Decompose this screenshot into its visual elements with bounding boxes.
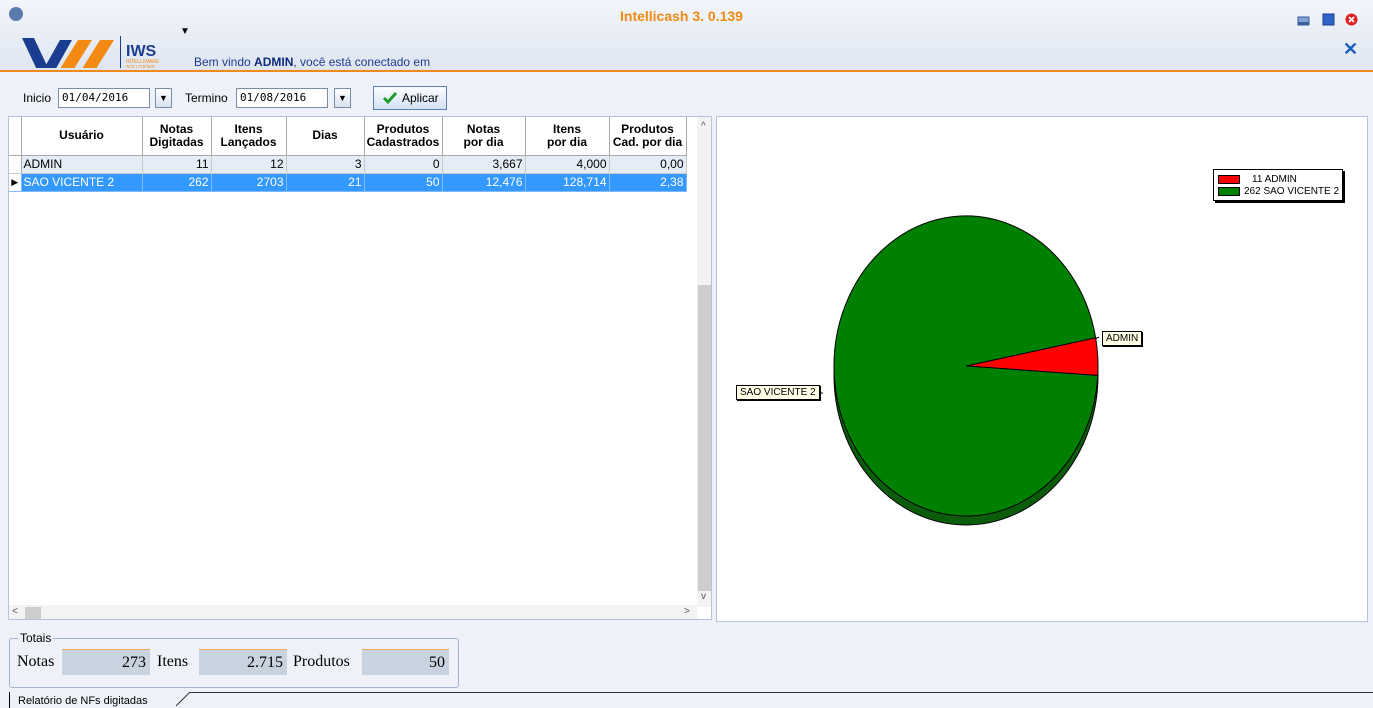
col-produtos-cad-por-dia[interactable]: Produtos Cad. por dia	[609, 117, 687, 156]
current-row-arrow-icon: ▶	[9, 173, 22, 192]
legend-swatch	[1218, 187, 1240, 196]
welcome-message: Bem vindo ADMIN, você está conectado em	[194, 55, 431, 69]
legend-label: 11 ADMIN	[1252, 174, 1297, 185]
horizontal-scroll-thumb[interactable]	[25, 607, 41, 619]
vertical-scroll-thumb[interactable]	[698, 285, 711, 591]
legend-swatch	[1218, 175, 1240, 184]
col-notas-por-dia[interactable]: Notas por dia	[442, 117, 526, 156]
cell-notas-dia: 12,476	[442, 173, 526, 192]
maximize-icon[interactable]	[1322, 13, 1335, 26]
totals-title: Totais	[18, 631, 54, 645]
horizontal-scrollbar[interactable]: < >	[9, 605, 697, 619]
itens-total-label: Itens	[157, 653, 189, 670]
cell-dias: 3	[286, 155, 365, 174]
checkmark-icon	[382, 92, 398, 105]
row-indicator-header	[9, 117, 22, 156]
vertical-scrollbar[interactable]: ^ v	[697, 117, 711, 607]
cell-itens-dia: 128,714	[525, 173, 610, 192]
scroll-up-icon[interactable]: ^	[701, 121, 706, 132]
start-label: Inicio	[23, 91, 52, 105]
itens-total-value: 2.715	[199, 649, 287, 675]
cell-notas-dia: 3,667	[442, 155, 526, 174]
cell-itens: 2703	[211, 173, 287, 192]
cell-produtos: 50	[364, 173, 443, 192]
produtos-total-label: Produtos	[293, 653, 350, 670]
slice-label-sao-vicente: SAO VICENTE 2	[736, 385, 820, 400]
produtos-total-value: 50	[362, 649, 449, 675]
end-date-field[interactable]: 01/08/2016	[236, 88, 328, 108]
start-date-dropdown-icon[interactable]: ▼	[155, 88, 172, 108]
cell-usuario: ADMIN	[21, 155, 143, 174]
cell-notas: 11	[142, 155, 212, 174]
users-grid: Usuário Notas Digitadas Itens Lançados Dia…	[8, 116, 712, 620]
tab-divider	[190, 692, 1373, 693]
scroll-right-icon[interactable]: >	[684, 606, 690, 617]
row-indicator	[9, 155, 22, 174]
svg-text:IWS: IWS	[126, 43, 157, 60]
chevron-down-icon[interactable]: ▼	[180, 26, 190, 37]
cell-usuario: SAO VICENTE 2	[21, 173, 143, 192]
pie-chart-panel: 11 ADMIN 262 SAO VICENTE 2 ADMIN SAO VIC…	[716, 116, 1368, 622]
app-header: IWS INTELLIWARE SOLUTIONS ▼ Bem vindo AD…	[0, 0, 1373, 72]
end-label: Termino	[185, 91, 228, 105]
users-table: Usuário Notas Digitadas Itens Lançados Dia…	[9, 117, 687, 192]
table-row[interactable]: ADMIN 11 12 3 0 3,667 4,000 0,00	[9, 155, 687, 174]
cell-itens: 12	[211, 155, 287, 174]
cell-prod-dia: 0,00	[609, 155, 687, 174]
minimize-icon[interactable]	[1297, 13, 1310, 26]
col-dias[interactable]: Dias	[286, 117, 365, 156]
close-icon[interactable]: ✕	[1343, 39, 1358, 60]
col-usuario[interactable]: Usuário	[21, 117, 143, 156]
start-date-field[interactable]: 01/04/2016	[58, 88, 150, 108]
table-row-selected[interactable]: ▶ SAO VICENTE 2 262 2703 21 50 12,476 12…	[9, 173, 687, 192]
scroll-down-icon[interactable]: v	[701, 591, 706, 602]
cell-produtos: 0	[364, 155, 443, 174]
app-title: Intellicash 3. 0.139	[620, 8, 743, 24]
totals-group: Totais Notas 273 Itens 2.715 Produtos 50	[9, 631, 459, 688]
col-notas-digitadas[interactable]: Notas Digitadas	[142, 117, 212, 156]
tab-edge	[176, 692, 191, 706]
cell-dias: 21	[286, 173, 365, 192]
col-itens-lancados[interactable]: Itens Lançados	[211, 117, 287, 156]
legend-label: 262 SAO VICENTE 2	[1244, 186, 1340, 197]
close-window-icon[interactable]	[1345, 13, 1358, 26]
slice-label-admin: ADMIN	[1102, 331, 1143, 346]
filter-bar: Inicio 01/04/2016 ▼ Termino 01/08/2016 ▼…	[0, 86, 700, 110]
cell-prod-dia: 2,38	[609, 173, 687, 192]
iws-logo: IWS INTELLIWARE SOLUTIONS	[9, 7, 160, 68]
tab-bar: Relatório de NFs digitadas	[0, 692, 1373, 708]
chart-legend: 11 ADMIN 262 SAO VICENTE 2	[1213, 169, 1343, 201]
scroll-left-icon[interactable]: <	[12, 606, 18, 617]
col-produtos-cadastrados[interactable]: Produtos Cadastrados	[364, 117, 443, 156]
end-date-dropdown-icon[interactable]: ▼	[334, 88, 351, 108]
notas-total-value: 273	[62, 649, 150, 675]
apply-label: Aplicar	[402, 91, 439, 105]
cell-itens-dia: 4,000	[525, 155, 610, 174]
col-itens-por-dia[interactable]: Itens por dia	[525, 117, 610, 156]
cell-notas: 262	[142, 173, 212, 192]
notas-total-label: Notas	[17, 653, 55, 670]
grid-header-row: Usuário Notas Digitadas Itens Lançados Dia…	[9, 117, 687, 156]
svg-text:SOLUTIONS: SOLUTIONS	[126, 65, 156, 68]
apply-button[interactable]: Aplicar	[373, 86, 447, 110]
